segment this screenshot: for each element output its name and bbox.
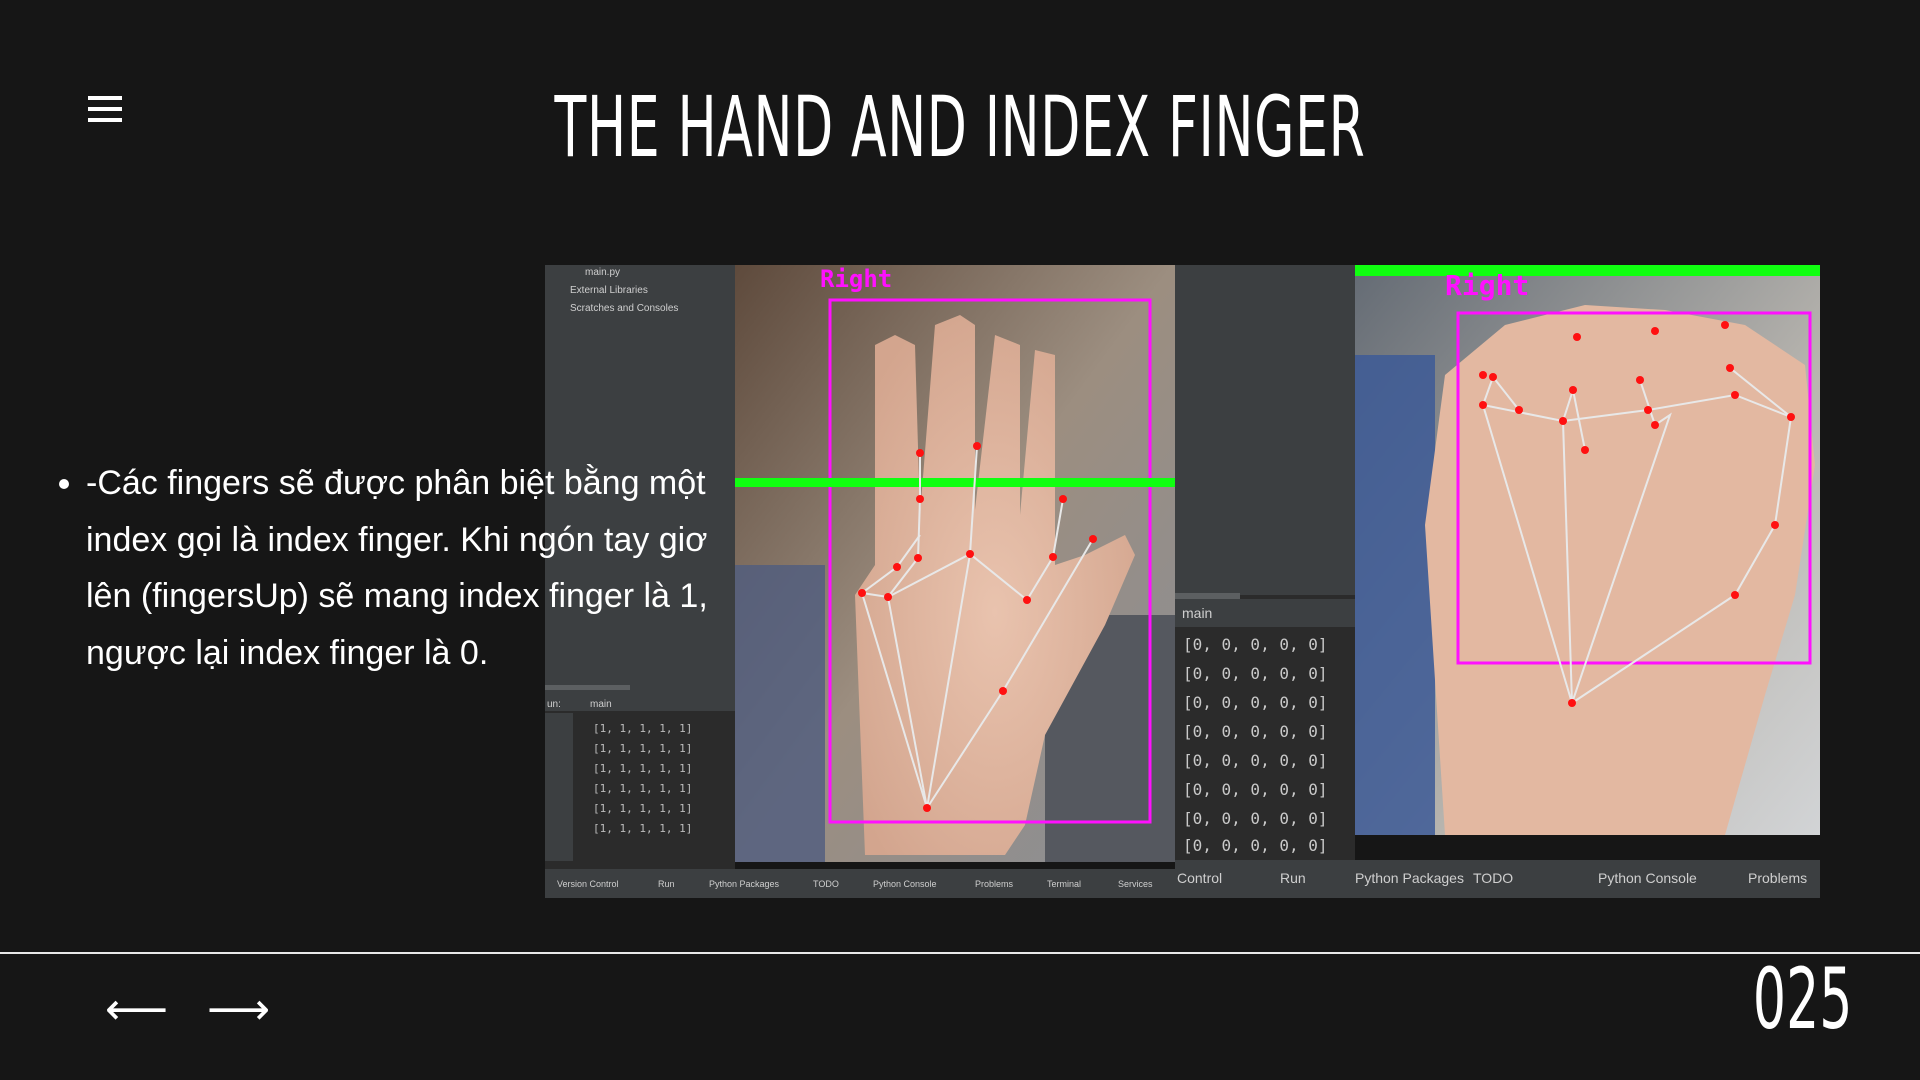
console-line: [0, 0, 0, 0, 0] <box>1183 693 1328 712</box>
console-line: [0, 0, 0, 0, 0] <box>1183 751 1328 770</box>
console-line: [1, 1, 1, 1, 1] <box>593 802 692 815</box>
prev-arrow-icon[interactable]: ⟵ <box>105 985 168 1035</box>
console-line: [0, 0, 0, 0, 0] <box>1183 664 1328 683</box>
console-line: [1, 1, 1, 1, 1] <box>593 722 692 735</box>
status-item: Run <box>1280 870 1306 886</box>
status-item: Run <box>658 879 675 889</box>
status-item: Terminal <box>1047 879 1081 889</box>
status-item: Services <box>1118 879 1153 889</box>
menu-icon[interactable] <box>84 96 126 130</box>
status-item: Version Control <box>557 879 619 889</box>
hand-tracking-screenshot: main.py External Libraries Scratches and… <box>545 265 1820 898</box>
status-item: Python Packages <box>709 879 780 889</box>
console-line: [1, 1, 1, 1, 1] <box>593 762 692 775</box>
run-tab: main <box>590 699 612 710</box>
project-item: main.py <box>585 267 620 278</box>
project-item: External Libraries <box>570 285 648 296</box>
hand-label: Right <box>820 265 892 293</box>
project-item: Scratches and Consoles <box>570 303 678 314</box>
next-arrow-icon[interactable]: ⟶ <box>207 985 270 1035</box>
status-item: Control <box>1177 870 1222 886</box>
camera-frame-left: Right <box>735 265 1175 862</box>
console-line: [0, 0, 0, 0, 0] <box>1183 780 1328 799</box>
run-tab: main <box>1182 605 1212 621</box>
status-item: Python Packages <box>1355 870 1464 886</box>
page-number: 025 <box>1752 950 1852 1048</box>
status-item: Python Console <box>873 879 937 889</box>
slide-title: THE HAND AND INDEX FINGER <box>554 78 1366 176</box>
camera-frame-right: Right <box>1355 265 1820 835</box>
console-line: [1, 1, 1, 1, 1] <box>593 782 692 795</box>
run-tab-prefix: un: <box>547 699 561 710</box>
console-line: [0, 0, 0, 0, 0] <box>1183 836 1328 855</box>
status-item: Python Console <box>1598 870 1697 886</box>
console-line: [0, 0, 0, 0, 0] <box>1183 635 1328 654</box>
console-line: [1, 1, 1, 1, 1] <box>593 742 692 755</box>
bullet-list: -Các fingers sẽ được phân biệt bằng một … <box>48 455 728 681</box>
console-line: [0, 0, 0, 0, 0] <box>1183 809 1328 828</box>
console-line: [0, 0, 0, 0, 0] <box>1183 722 1328 741</box>
hand-label: Right <box>1445 269 1529 302</box>
status-item: Problems <box>975 879 1014 889</box>
console-line: [1, 1, 1, 1, 1] <box>593 822 692 835</box>
status-item: TODO <box>1473 870 1513 886</box>
bullet-text: -Các fingers sẽ được phân biệt bằng một … <box>86 455 728 681</box>
footer-divider <box>0 952 1920 954</box>
status-item: Problems <box>1748 870 1807 886</box>
status-item: TODO <box>813 879 839 889</box>
